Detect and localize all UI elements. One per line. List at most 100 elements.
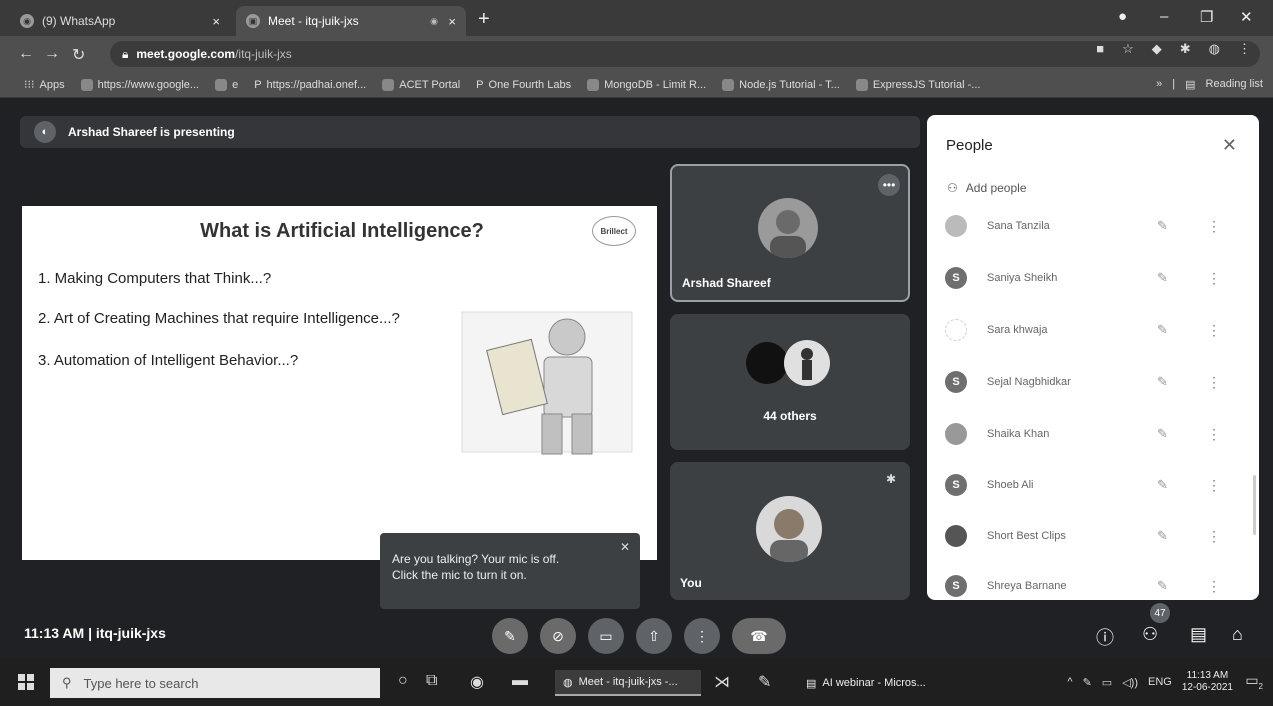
- bookmark-apps[interactable]: ⁝⁝⁝ Apps: [24, 78, 65, 92]
- notifications-icon[interactable]: ▭2: [1245, 672, 1263, 691]
- more-options-icon[interactable]: ⋮: [1207, 374, 1221, 391]
- minimize-icon[interactable]: –: [1160, 8, 1168, 25]
- tray-expand-icon[interactable]: ^: [1067, 676, 1072, 688]
- participant-name: Sana Tanzila: [987, 220, 1050, 232]
- file-explorer-icon[interactable]: ▬: [512, 672, 528, 690]
- puzzle-icon[interactable]: ✱: [1180, 41, 1191, 57]
- taskbar-search-input[interactable]: ⚲ Type here to search: [50, 668, 380, 698]
- pen-icon[interactable]: ✎: [1083, 676, 1092, 689]
- participants-badge: 47: [1150, 603, 1170, 623]
- more-options-icon[interactable]: ⋮: [1207, 270, 1221, 287]
- people-icon[interactable]: ⚇: [1142, 624, 1158, 645]
- participant-avatar: [945, 525, 967, 547]
- panel-scrollbar[interactable]: [1253, 475, 1256, 535]
- back-icon[interactable]: ←: [18, 45, 34, 63]
- toast-close-icon[interactable]: ✕: [620, 539, 630, 555]
- tab-close-icon[interactable]: ×: [448, 14, 456, 29]
- edge-icon[interactable]: ◉: [470, 672, 484, 692]
- taskbar-app-chrome-meet[interactable]: ◍ Meet - itq-juik-jxs -...: [555, 670, 701, 696]
- url-host: meet.google.com: [136, 47, 236, 61]
- participant-row[interactable]: Shaika Khan ✎ ⋮: [945, 419, 1245, 449]
- reload-icon[interactable]: ↻: [72, 45, 85, 65]
- bookmark-e[interactable]: e: [215, 78, 238, 91]
- menu-icon[interactable]: ⋮: [1238, 41, 1251, 57]
- bookmark-onefourth[interactable]: P One Fourth Labs: [476, 79, 571, 91]
- profile-dot-icon[interactable]: ●: [1118, 8, 1127, 25]
- close-window-icon[interactable]: ✕: [1240, 8, 1253, 26]
- add-people-button[interactable]: ⚇ Add people: [947, 181, 1027, 195]
- participant-row[interactable]: S Shoeb Ali ✎ ⋮: [945, 470, 1245, 500]
- presenter-tile[interactable]: ••• Arshad Shareef: [670, 164, 910, 302]
- more-options-icon[interactable]: ⋮: [1207, 426, 1221, 443]
- participant-name: Shoeb Ali: [987, 479, 1034, 491]
- more-options-icon[interactable]: ⋮: [1207, 218, 1221, 235]
- extension-icon[interactable]: ◆: [1152, 41, 1162, 57]
- add-person-icon: ⚇: [947, 181, 958, 195]
- avatar-icon[interactable]: ◍: [1209, 41, 1220, 57]
- brand-logo: Brillect: [592, 216, 636, 246]
- participant-row[interactable]: Short Best Clips ✎ ⋮: [945, 521, 1245, 551]
- tab-meet[interactable]: ▣ Meet - itq-juik-jxs ◉ ×: [236, 6, 466, 36]
- clock-date[interactable]: 11:13 AM 12-06-2021: [1182, 670, 1233, 694]
- more-options-icon[interactable]: ⋮: [1207, 322, 1221, 339]
- address-bar-row: ← → ↻ 🔒︎ meet.google.com /itq-juik-jxs ■…: [0, 36, 1273, 72]
- mic-toggle-button[interactable]: ✎: [492, 618, 528, 654]
- bookmark-express[interactable]: ExpressJS Tutorial -...: [855, 78, 980, 91]
- captions-button[interactable]: ▭: [588, 618, 624, 654]
- bookmarks-more-button[interactable]: »: [1156, 78, 1162, 91]
- volume-icon[interactable]: ◁)): [1122, 676, 1138, 689]
- new-tab-button[interactable]: +: [478, 8, 490, 31]
- participant-row[interactable]: S Sejal Nagbhidkar ✎ ⋮: [945, 367, 1245, 397]
- recording-icon: ◉: [430, 15, 438, 26]
- leave-call-button[interactable]: ☎: [732, 618, 786, 654]
- participant-row[interactable]: Sara khwaja ✎ ⋮: [945, 315, 1245, 345]
- star-icon[interactable]: ☆: [1122, 41, 1134, 57]
- network-icon[interactable]: ▭: [1102, 676, 1112, 689]
- paint-icon[interactable]: ✎: [758, 672, 771, 692]
- vscode-icon[interactable]: ⋊: [714, 672, 730, 692]
- tab-close-icon[interactable]: ×: [212, 14, 220, 29]
- more-options-icon[interactable]: ⋮: [1207, 477, 1221, 494]
- bookmark-google[interactable]: https://www.google...: [80, 78, 199, 91]
- presenter-avatar: [758, 198, 818, 258]
- apps-grid-icon: ⁝⁝⁝: [24, 79, 35, 91]
- others-tile[interactable]: 44 others: [670, 314, 910, 450]
- taskbar-app-word[interactable]: ▤ AI webinar - Micros...: [806, 670, 926, 696]
- present-button[interactable]: ⇧: [636, 618, 672, 654]
- more-options-button[interactable]: ⋮: [684, 618, 720, 654]
- activities-icon[interactable]: ⌂: [1232, 624, 1243, 645]
- bookmark-node[interactable]: Node.js Tutorial - T...: [722, 78, 840, 91]
- cortana-icon[interactable]: ○: [398, 672, 408, 690]
- bookmark-padhai[interactable]: Phttps://padhai.onef...: [254, 79, 366, 91]
- mic-off-icon: ✎: [504, 627, 516, 644]
- participant-row[interactable]: S Shreya Barnane ✎ ⋮: [945, 571, 1245, 601]
- present-icon: ⇧: [648, 627, 660, 644]
- participant-row[interactable]: S Saniya Sheikh ✎ ⋮: [945, 263, 1245, 293]
- participant-row[interactable]: Sana Tanzila ✎ ⋮: [945, 211, 1245, 241]
- forward-icon[interactable]: →: [44, 45, 60, 63]
- reading-list-button[interactable]: Reading list: [1206, 78, 1263, 91]
- more-options-icon[interactable]: ⋮: [1207, 528, 1221, 545]
- windows-start-icon[interactable]: [18, 674, 34, 690]
- url-field[interactable]: 🔒︎ meet.google.com /itq-juik-jxs: [110, 41, 1260, 67]
- chat-icon[interactable]: ▤: [1190, 624, 1207, 645]
- language-indicator[interactable]: ENG: [1148, 676, 1172, 688]
- tab-whatsapp[interactable]: ◉ (9) WhatsApp ×: [10, 6, 230, 36]
- participant-name: Sejal Nagbhidkar: [987, 376, 1071, 388]
- camera-icon[interactable]: ■: [1096, 41, 1104, 57]
- more-options-icon[interactable]: ⋮: [1207, 578, 1221, 595]
- bookmark-acet[interactable]: ACET Portal: [382, 78, 460, 91]
- camera-toggle-button[interactable]: ⊘: [540, 618, 576, 654]
- people-panel: People ✕ ⚇ Add people Sana Tanzila ✎ ⋮ S…: [927, 115, 1259, 600]
- others-count: 44 others: [763, 409, 817, 423]
- restore-icon[interactable]: ❐: [1200, 8, 1213, 26]
- reading-list-icon: ▤: [1185, 79, 1196, 91]
- close-panel-icon[interactable]: ✕: [1222, 135, 1237, 156]
- more-options-icon[interactable]: •••: [878, 174, 900, 196]
- windows-taskbar: ⚲ Type here to search ○ ⧉ ◉ ▬ ◍ Meet - i…: [0, 658, 1273, 706]
- omnibox-icons: ■ ☆ ◆ ✱ ◍ ⋮: [1096, 41, 1251, 57]
- self-tile[interactable]: ✱ You: [670, 462, 910, 600]
- bookmark-mongodb[interactable]: MongoDB - Limit R...: [587, 78, 706, 91]
- meeting-details-icon[interactable]: ⓘ: [1096, 624, 1114, 650]
- task-view-icon[interactable]: ⧉: [426, 672, 437, 690]
